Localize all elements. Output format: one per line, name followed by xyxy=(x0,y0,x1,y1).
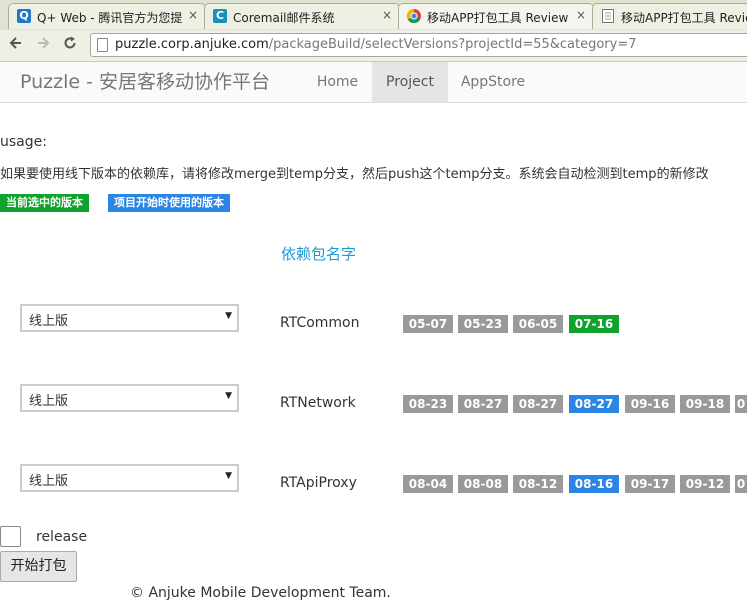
page-icon xyxy=(601,9,615,23)
usage-label: usage: xyxy=(0,134,47,150)
legend-initial-version: 项目开始时使用的版本 xyxy=(108,194,230,212)
version-tag[interactable]: 09-16 xyxy=(625,395,675,413)
nav-item-appstore[interactable]: AppStore xyxy=(449,62,537,102)
browser-tab-strip: Q Q+ Web - 腾讯官方为您提 × C Coremail邮件系统 × 移动… xyxy=(0,0,747,31)
chrome-icon xyxy=(406,8,421,24)
version-tag[interactable]: 09-17 xyxy=(625,475,675,493)
nav-item-home[interactable]: Home xyxy=(304,62,371,102)
nav-item-project[interactable]: Project xyxy=(372,62,448,102)
source-select[interactable]: 线上版 ▼ xyxy=(20,384,239,412)
browser-tab-review[interactable]: 移动APP打包工具 Review × xyxy=(398,3,594,29)
tab-title: Coremail邮件系统 xyxy=(233,11,335,25)
browser-tab-coremail[interactable]: C Coremail邮件系统 × xyxy=(204,3,400,29)
version-tag[interactable]: 05-07 xyxy=(403,315,453,333)
select-value: 线上版 xyxy=(29,474,69,489)
instructions-text: 如果要使用线下版本的依赖库，请将修改merge到temp分支，然后push这个t… xyxy=(0,167,709,182)
package-name-header: 依赖包名字 xyxy=(281,245,357,263)
select-value: 线上版 xyxy=(29,314,69,329)
close-icon[interactable]: × xyxy=(382,8,392,22)
browser-tab-review-2[interactable]: 移动APP打包工具 Review xyxy=(592,3,747,29)
start-build-button[interactable]: 开始打包 xyxy=(0,551,77,582)
version-tag[interactable]: 09-12 xyxy=(680,475,730,493)
reload-icon[interactable] xyxy=(60,35,80,55)
legend-current-version: 当前选中的版本 xyxy=(0,194,89,212)
brand-title[interactable]: Puzzle - 安居客移动协作平台 xyxy=(20,62,270,102)
version-tag[interactable]: 08-08 xyxy=(458,475,508,493)
version-tag[interactable]: 09-18 xyxy=(680,395,730,413)
coremail-icon: C xyxy=(213,9,227,23)
url-text: puzzle.corp.anjuke.com/packageBuild/sele… xyxy=(115,34,637,56)
url-path: /packageBuild/selectVersions?projectId=5… xyxy=(268,37,637,52)
package-name: RTCommon xyxy=(280,315,360,331)
address-bar[interactable]: puzzle.corp.anjuke.com/packageBuild/sele… xyxy=(90,33,747,57)
close-icon[interactable]: × xyxy=(576,8,586,22)
source-select[interactable]: 线上版 ▼ xyxy=(20,304,239,332)
tab-title: Q+ Web - 腾讯官方为您提 xyxy=(37,11,183,25)
tab-title: 移动APP打包工具 Review xyxy=(427,11,569,25)
version-tag[interactable]: 08-27 xyxy=(458,395,508,413)
footer-text: © Anjuke Mobile Development Team. xyxy=(130,585,391,601)
version-tag[interactable]: 05-23 xyxy=(458,315,508,333)
source-select[interactable]: 线上版 ▼ xyxy=(20,464,239,492)
version-tag[interactable]: 08-23 xyxy=(403,395,453,413)
version-tag[interactable]: 08-04 xyxy=(403,475,453,493)
package-name: RTNetwork xyxy=(280,395,356,411)
release-label: release xyxy=(36,529,88,545)
version-tag[interactable]: 06-05 xyxy=(513,315,563,333)
version-tag[interactable]: 07-16 xyxy=(569,315,619,333)
version-tag[interactable]: 08-12 xyxy=(513,475,563,493)
package-name: RTApiProxy xyxy=(280,475,357,491)
browser-tab-qq[interactable]: Q Q+ Web - 腾讯官方为您提 × xyxy=(8,3,206,29)
close-icon[interactable]: × xyxy=(188,8,198,22)
select-value: 线上版 xyxy=(29,394,69,409)
version-tag[interactable]: 08-27 xyxy=(569,395,619,413)
qq-icon: Q xyxy=(17,9,31,23)
version-tag[interactable]: 08-16 xyxy=(569,475,619,493)
dropdown-arrow-icon: ▼ xyxy=(225,471,232,481)
page-icon xyxy=(97,38,108,52)
back-arrow-icon[interactable] xyxy=(6,35,26,55)
browser-toolbar: puzzle.corp.anjuke.com/packageBuild/sele… xyxy=(0,30,747,62)
site-navbar: Puzzle - 安居客移动协作平台 Home Project AppStore xyxy=(0,62,747,103)
version-tag[interactable]: 08-27 xyxy=(513,395,563,413)
version-tag[interactable]: 0 xyxy=(735,395,747,413)
dropdown-arrow-icon: ▼ xyxy=(225,391,232,401)
tab-title: 移动APP打包工具 Review xyxy=(621,11,747,25)
version-tag[interactable]: 0 xyxy=(735,475,747,493)
dropdown-arrow-icon: ▼ xyxy=(225,311,232,321)
forward-arrow-icon[interactable] xyxy=(33,35,53,55)
url-host: puzzle.corp.anjuke.com xyxy=(115,37,269,52)
release-checkbox[interactable] xyxy=(0,526,21,547)
